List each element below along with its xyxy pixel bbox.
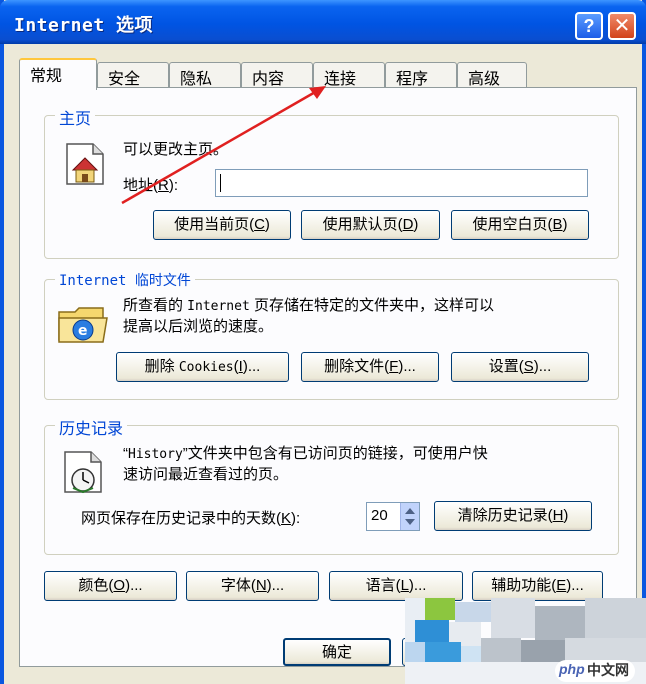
general-tab-panel: 主页 可以更改主页。 地址(R): 使用当前页(C) 使用默认页(D) 使用空白… — [19, 87, 637, 667]
watermark-mosaic: php 中文网 — [405, 598, 646, 684]
address-label: 地址(R): — [123, 177, 179, 194]
spin-up-icon[interactable] — [405, 508, 415, 514]
delete-cookies-button[interactable]: 删除 Cookies(I)... — [116, 352, 289, 382]
watermark-brand: php — [559, 661, 585, 677]
close-icon: ✕ — [613, 15, 631, 37]
tab-general[interactable]: 常规 — [19, 58, 97, 90]
help-button[interactable]: ? — [575, 12, 603, 40]
use-default-page-button[interactable]: 使用默认页(D) — [301, 210, 440, 240]
tab-security[interactable]: 安全 — [97, 62, 169, 88]
delete-files-button[interactable]: 删除文件(F)... — [301, 352, 439, 382]
accessibility-button[interactable]: 辅助功能(E)... — [472, 571, 603, 601]
title-bar[interactable]: Internet 选项 ? ✕ — [0, 0, 646, 44]
clear-history-button[interactable]: 清除历史记录(H) — [434, 501, 592, 531]
fonts-button[interactable]: 字体(N)... — [186, 571, 319, 601]
temp-files-group: Internet 临时文件 e 所查看的 Internet 页存储在特定的文件夹… — [44, 270, 619, 400]
history-description: “History”文件夹中包含有已访问页的链接，可使用户快 速访问最近查看过的页。 — [123, 445, 488, 483]
history-days-value: 20 — [371, 507, 388, 524]
use-blank-page-button[interactable]: 使用空白页(B) — [451, 210, 589, 240]
tab-content[interactable]: 内容 — [241, 62, 313, 88]
history-group: 历史记录 “History”文件夹中包含有已访问页的链接，可使用户快 速访问最近查… — [44, 415, 619, 555]
languages-button[interactable]: 语言(L)... — [329, 571, 463, 601]
settings-button[interactable]: 设置(S)... — [451, 352, 589, 382]
text-caret — [220, 174, 221, 192]
use-current-page-button[interactable]: 使用当前页(C) — [153, 210, 291, 240]
spin-down-icon[interactable] — [405, 519, 415, 525]
window-title: Internet 选项 — [14, 15, 154, 36]
home-page-group: 主页 可以更改主页。 地址(R): 使用当前页(C) 使用默认页(D) 使用空白… — [44, 105, 619, 259]
internet-options-window: Internet 选项 ? ✕ 常规 安全 隐私 内容 连接 程序 高级 主页 … — [0, 0, 646, 684]
watermark-text: 中文网 — [587, 662, 629, 678]
history-clock-icon — [64, 451, 102, 494]
history-days-spinner[interactable]: 20 — [366, 502, 420, 531]
temp-files-description: 所查看的 Internet 页存储在特定的文件夹中，这样可以 提高以后浏览的速度。 — [123, 297, 494, 335]
address-input[interactable] — [215, 169, 588, 197]
ok-button[interactable]: 确定 — [283, 638, 391, 666]
home-page-icon — [66, 143, 104, 185]
close-button[interactable]: ✕ — [608, 12, 636, 40]
colors-button[interactable]: 颜色(O)... — [44, 571, 177, 601]
temp-files-folder-icon: e — [58, 307, 108, 343]
tab-privacy[interactable]: 隐私 — [169, 62, 241, 88]
tab-programs[interactable]: 程序 — [385, 62, 457, 88]
spinner-arrows[interactable] — [400, 503, 419, 530]
svg-text:e: e — [78, 323, 88, 339]
history-days-label: 网页保存在历史记录中的天数(K): — [81, 510, 301, 527]
temp-files-legend: Internet 临时文件 — [55, 270, 195, 290]
help-icon: ? — [583, 16, 595, 36]
tab-advanced[interactable]: 高级 — [457, 62, 527, 88]
history-legend: 历史记录 — [55, 415, 128, 439]
home-page-legend: 主页 — [55, 105, 96, 129]
home-page-description: 可以更改主页。 — [123, 141, 229, 158]
tab-connections[interactable]: 连接 — [313, 62, 385, 88]
